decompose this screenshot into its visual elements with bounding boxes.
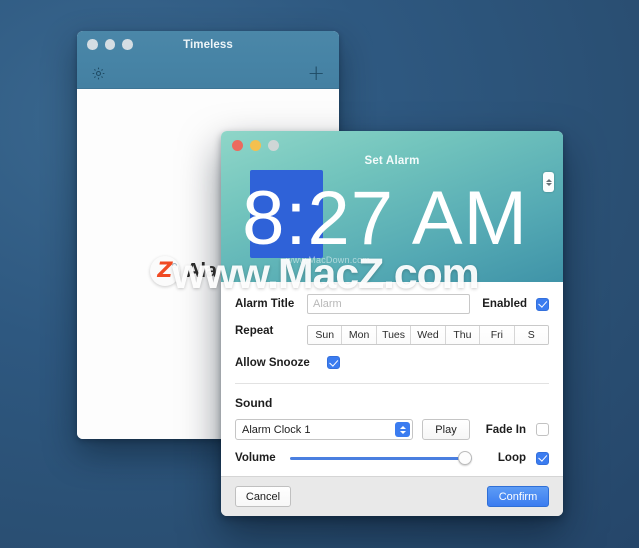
dialog-traffic-lights[interactable] [221, 131, 563, 151]
time-display[interactable]: 8:27 AM [221, 169, 563, 269]
loop-checkbox[interactable] [536, 451, 549, 465]
volume-knob[interactable] [458, 451, 472, 465]
set-alarm-dialog[interactable]: Set Alarm 8:27 AM Alarm Title Enabled Re… [221, 131, 563, 516]
dialog-footer: Cancel Confirm [221, 476, 563, 516]
play-button[interactable]: Play [422, 419, 470, 440]
loop-group: Loop [497, 451, 549, 465]
fade-in-checkbox[interactable] [536, 423, 549, 436]
timeless-toolbar: + [77, 58, 339, 89]
sound-select-value: Alarm Clock 1 [242, 423, 311, 436]
confirm-button[interactable]: Confirm [487, 486, 549, 507]
dialog-close-button[interactable] [232, 140, 243, 151]
dialog-maximize-button[interactable] [268, 140, 279, 151]
repeat-day-thu[interactable]: Thu [445, 326, 481, 344]
allow-snooze-checkbox[interactable] [326, 356, 340, 369]
timeless-maximize-button[interactable] [122, 39, 133, 50]
time-value[interactable]: 8:27 AM [221, 173, 563, 265]
dialog-body: Alarm Title Enabled Repeat Sun Mon Tues … [221, 282, 563, 465]
allow-snooze-row: Allow Snooze [221, 356, 563, 369]
volume-row: Volume Loop [221, 451, 563, 465]
stepper-down-icon[interactable] [545, 182, 552, 186]
volume-track[interactable] [290, 456, 472, 460]
volume-label: Volume [235, 452, 276, 464]
enabled-label: Enabled [482, 298, 527, 310]
enabled-checkbox[interactable] [536, 297, 549, 311]
allow-snooze-label: Allow Snooze [235, 356, 310, 369]
dialog-title: Set Alarm [364, 155, 420, 167]
timeless-titlebar[interactable]: Timeless [77, 31, 339, 58]
desktop-background: Timeless + Set Alarm 8:27 AM Alarm Title… [0, 0, 639, 548]
repeat-label: Repeat [235, 325, 274, 337]
stepper-up-icon[interactable] [545, 178, 552, 182]
repeat-row: Repeat Sun Mon Tues Wed Thu Fri S [221, 325, 563, 345]
sound-heading: Sound [235, 396, 273, 410]
select-up-icon [399, 425, 406, 429]
repeat-day-segments[interactable]: Sun Mon Tues Wed Thu Fri S [307, 325, 549, 345]
plus-icon[interactable]: + [307, 62, 325, 84]
timeless-traffic-lights[interactable] [87, 39, 133, 50]
alarm-title-label: Alarm Title [235, 298, 295, 310]
sound-select[interactable]: Alarm Clock 1 [235, 419, 413, 440]
repeat-day-wed[interactable]: Wed [411, 326, 446, 344]
repeat-day-sun[interactable]: Sun [308, 326, 343, 344]
select-down-icon [399, 430, 406, 434]
repeat-day-tues[interactable]: Tues [376, 326, 412, 344]
time-stepper[interactable] [543, 172, 554, 192]
dialog-header: Set Alarm 8:27 AM [221, 131, 563, 282]
dialog-minimize-button[interactable] [250, 140, 261, 151]
timeless-close-button[interactable] [87, 39, 98, 50]
repeat-day-sat[interactable]: S [514, 326, 548, 344]
fade-in-group: Fade In [486, 423, 549, 436]
cancel-button[interactable]: Cancel [235, 486, 291, 507]
section-divider [235, 383, 549, 384]
repeat-day-mon[interactable]: Mon [342, 326, 377, 344]
chevron-updown-icon[interactable] [395, 422, 410, 437]
volume-slider[interactable] [290, 451, 472, 465]
alarm-title-row: Alarm Title Enabled [221, 294, 563, 314]
alarm-title-input[interactable] [307, 294, 471, 314]
repeat-day-fri[interactable]: Fri [480, 326, 515, 344]
loop-label: Loop [497, 452, 526, 464]
sound-row: Alarm Clock 1 Play Fade In [221, 419, 563, 440]
timeless-minimize-button[interactable] [104, 39, 115, 50]
fade-in-label: Fade In [485, 423, 526, 436]
gear-icon[interactable] [91, 66, 106, 81]
